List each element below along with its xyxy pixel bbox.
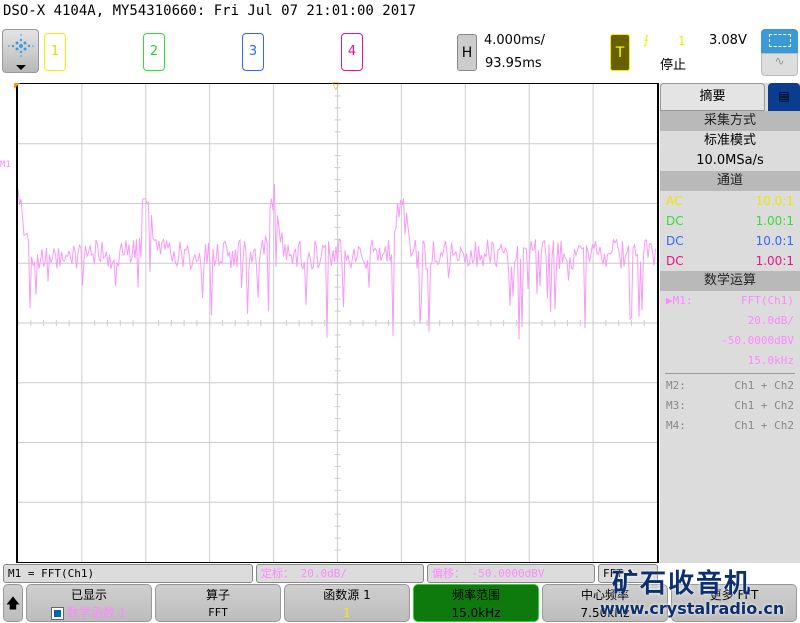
- softkey-displayed[interactable]: 已显示 数学函数 1: [26, 584, 152, 622]
- main-menu-button[interactable]: [2, 29, 39, 73]
- channel-3-button[interactable]: 3: [242, 33, 264, 71]
- window-title: DSO-X 4104A, MY54310660: Fri Jul 07 21:0…: [3, 3, 417, 19]
- time-reference-marker: ▽: [332, 81, 340, 92]
- probe: 10.0:1: [755, 194, 794, 208]
- run-status: 停止: [660, 58, 687, 73]
- tab-list-icon[interactable]: ▤: [768, 83, 800, 111]
- offset-status: 偏移： -50.0000dBV: [427, 564, 595, 583]
- horizontal-button[interactable]: H: [457, 34, 477, 71]
- zoom-box-button[interactable]: [761, 29, 798, 53]
- acq-mode: 标准模式: [703, 133, 756, 148]
- probe: 1.00:1: [755, 254, 794, 268]
- coupling: DC: [666, 254, 684, 268]
- channel-row: DC 1.00:1: [660, 211, 800, 231]
- math-header: 数学运算: [660, 271, 800, 291]
- softkey-source[interactable]: 函数源 11: [284, 584, 410, 622]
- rising-edge-icon: ⨍: [643, 33, 650, 47]
- watermark-logo: 矿石收音机: [612, 569, 753, 599]
- math-func: Ch1 + Ch2: [734, 399, 794, 412]
- coupling: AC: [666, 194, 683, 208]
- fft-graticule: [17, 83, 657, 562]
- fft-trace: [17, 183, 656, 340]
- probe: 10.0:1: [755, 234, 794, 248]
- channel-row: DC 1.00:1: [660, 251, 800, 271]
- channel-2-button[interactable]: 2: [143, 33, 165, 71]
- channel-row: AC 10.0:1: [660, 191, 800, 211]
- m1-offset: -50.0000dBV: [721, 334, 794, 347]
- agilent-logo-icon: [8, 34, 34, 70]
- m1-scale: 20.0dB/: [747, 314, 794, 327]
- probe: 1.00:1: [755, 214, 794, 228]
- softkey-span[interactable]: 频率范围 15.0kHz: [413, 584, 539, 622]
- math-row: M3: Ch1 + Ch2: [660, 396, 800, 416]
- trigger-button[interactable]: T: [610, 34, 630, 71]
- math-row: M2: Ch1 + Ch2: [660, 376, 800, 396]
- sample-rate: 10.0MSa/s: [696, 153, 764, 168]
- waveform-mode-button[interactable]: ∿: [761, 53, 798, 76]
- channel-4-button[interactable]: 4: [341, 33, 363, 71]
- trigger-source: 1: [678, 34, 686, 48]
- checkbox[interactable]: [50, 607, 64, 620]
- m1-span: 15.0kHz: [747, 354, 794, 367]
- math-function-status: M1 = FFT(Ch1): [3, 564, 253, 583]
- trigger-level: 3.08V: [709, 33, 747, 48]
- math-func: Ch1 + Ch2: [734, 419, 794, 432]
- channel-1-button[interactable]: 1: [44, 33, 66, 71]
- channels-header: 通道: [660, 171, 800, 191]
- softkey-operator[interactable]: 算子 FFT: [155, 584, 281, 622]
- timebase: 4.000ms/: [484, 33, 546, 48]
- m1-name: ▶M1:: [666, 294, 693, 307]
- waveform-display[interactable]: [16, 83, 659, 563]
- math-name: M3:: [666, 399, 686, 412]
- coupling: DC: [666, 234, 684, 248]
- channel-row: DC 10.0:1: [660, 231, 800, 251]
- tab-summary[interactable]: 摘要: [660, 83, 765, 111]
- side-panel: 摘要 ▤ 采集方式 标准模式 10.0MSa/s 通道 AC 10.0:1 DC 1.…: [660, 83, 800, 563]
- selected-arrow-icon: ▶: [666, 294, 673, 307]
- coupling: DC: [666, 214, 684, 228]
- m1-func: FFT(Ch1): [741, 294, 794, 307]
- math-row: M4: Ch1 + Ch2: [660, 416, 800, 436]
- watermark-url: www.crystalradio.cn: [600, 599, 785, 618]
- back-up-button[interactable]: 🡅: [3, 584, 23, 622]
- math-func: Ch1 + Ch2: [734, 379, 794, 392]
- trigger-position-marker: [14, 83, 20, 89]
- m1-marker[interactable]: M1: [0, 160, 11, 170]
- math-name: M4:: [666, 419, 686, 432]
- delay: 93.95ms: [485, 56, 542, 71]
- math-name: M2:: [666, 379, 686, 392]
- acquisition-header: 采集方式: [660, 111, 800, 131]
- scale-status: 定标： 20.0dB/: [256, 564, 424, 583]
